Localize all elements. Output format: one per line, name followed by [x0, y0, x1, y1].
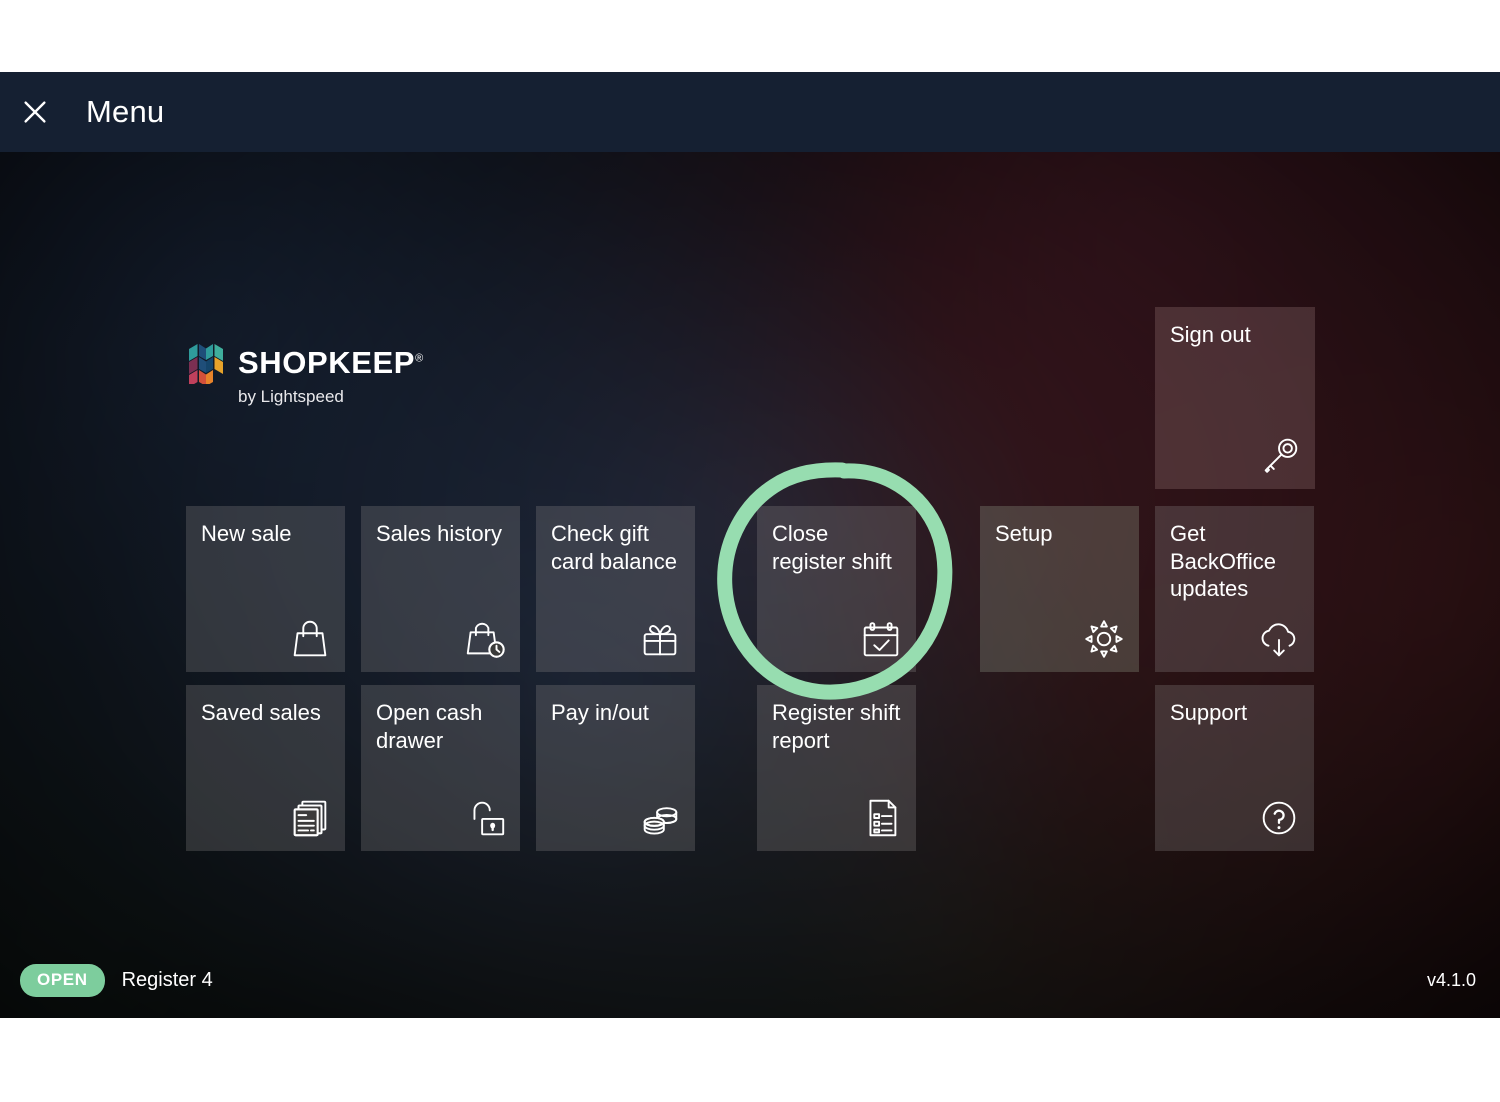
- key-icon: [1257, 433, 1303, 479]
- menu-tile-label: Setup: [995, 521, 1053, 546]
- shopkeep-app-window: Menu SHOPKEEP® by Lightspeed Sign out Ne…: [0, 72, 1500, 1018]
- unlock-icon: [462, 795, 508, 841]
- help-circle-icon: [1256, 795, 1302, 841]
- status-bar: OPEN Register 4 v4.1.0: [0, 942, 1500, 1018]
- menu-tile-label: Sign out: [1170, 322, 1251, 347]
- menu-tile-label: Support: [1170, 700, 1248, 725]
- page-title: Menu: [86, 94, 165, 129]
- documents-icon: [287, 795, 333, 841]
- menu-tile-saved-sales[interactable]: Saved sales: [186, 685, 345, 851]
- report-icon: [858, 795, 904, 841]
- calendar-check-icon: [858, 616, 904, 662]
- cloud-download-icon: [1256, 616, 1302, 662]
- menu-tile-setup[interactable]: Setup: [980, 506, 1139, 672]
- menu-tile-label: Check gift card balance: [551, 521, 677, 574]
- shopkeep-logo: SHOPKEEP® by Lightspeed: [186, 342, 424, 407]
- menu-tile-label: Pay in/out: [551, 700, 649, 725]
- bag-clock-icon: [462, 616, 508, 662]
- registered-trademark-icon: ®: [415, 352, 424, 365]
- menu-tile-support[interactable]: Support: [1155, 685, 1314, 851]
- gear-icon: [1081, 616, 1127, 662]
- close-icon[interactable]: [18, 95, 52, 129]
- menu-tile-get-backoffice-updates[interactable]: Get BackOffice updates: [1155, 506, 1314, 672]
- menu-tile-check-gift-card-balance[interactable]: Check gift card balance: [536, 506, 695, 672]
- menu-tile-pay-in-out[interactable]: Pay in/out: [536, 685, 695, 851]
- register-name: Register 4: [121, 968, 213, 991]
- status-left-group: OPEN Register 4: [20, 963, 213, 997]
- shopkeep-logo-mark: [189, 344, 223, 384]
- menu-tile-sales-history[interactable]: Sales history: [361, 506, 520, 672]
- menu-tile-label: Sales history: [376, 521, 502, 546]
- menu-tile-close-register-shift[interactable]: Close register shift: [757, 506, 916, 672]
- brand-name-text: SHOPKEEP: [238, 345, 416, 380]
- menu-content: SHOPKEEP® by Lightspeed Sign out New sal…: [0, 152, 1500, 1018]
- app-version: v4.1.0: [1426, 969, 1476, 990]
- coins-icon: [637, 795, 683, 841]
- shopping-bag-icon: [287, 616, 333, 662]
- menu-tile-label: Open cash drawer: [376, 700, 483, 753]
- menu-tile-label: New sale: [201, 521, 292, 546]
- menu-header-bar: Menu: [0, 72, 1500, 152]
- menu-tile-label: Saved sales: [201, 700, 321, 725]
- menu-tile-new-sale[interactable]: New sale: [186, 506, 345, 672]
- status-badge: OPEN: [20, 963, 105, 997]
- brand-row: SHOPKEEP®: [186, 342, 424, 384]
- menu-tile-label: Register shift report: [772, 700, 901, 753]
- menu-tile-register-shift-report[interactable]: Register shift report: [757, 685, 916, 851]
- gift-card-icon: [637, 616, 683, 662]
- brand-tagline: by Lightspeed: [238, 387, 344, 406]
- menu-tile-label: Get BackOffice updates: [1170, 521, 1276, 601]
- brand-name: SHOPKEEP®: [238, 345, 424, 381]
- menu-tile-label: Close register shift: [772, 521, 892, 574]
- menu-tile-sign-out[interactable]: Sign out: [1155, 307, 1315, 489]
- menu-tile-open-cash-drawer[interactable]: Open cash drawer: [361, 685, 520, 851]
